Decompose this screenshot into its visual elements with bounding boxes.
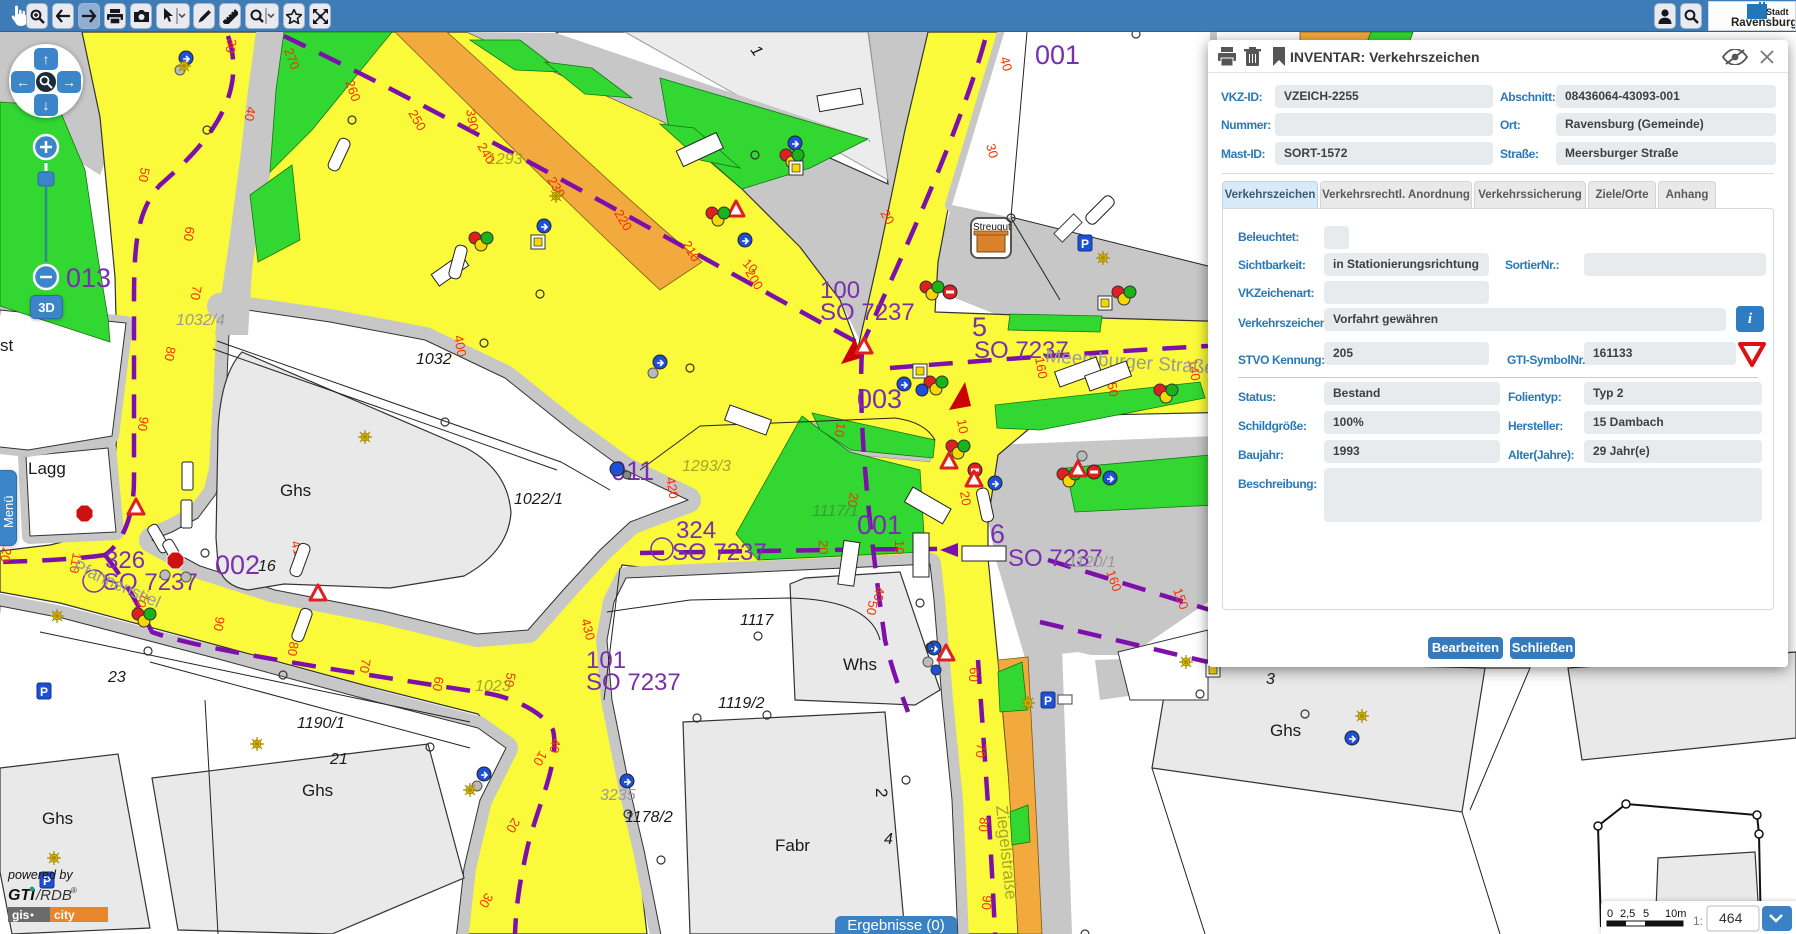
svg-text:10: 10 [832,421,849,438]
svg-text:30: 30 [223,37,240,54]
svg-text:60: 60 [181,225,198,242]
svg-text:2: 2 [872,788,891,797]
svg-text:50: 50 [136,166,153,183]
svg-text:80: 80 [285,640,302,657]
svg-text:5: 5 [1643,908,1649,920]
svg-text:Ghs: Ghs [302,781,333,800]
svg-text:003: 003 [857,384,902,414]
svg-text:10m: 10m [1665,908,1686,920]
svg-text:90: 90 [979,895,995,911]
svg-text:1178/2: 1178/2 [625,809,673,826]
svg-text:Ghs: Ghs [280,481,311,500]
svg-text:10: 10 [892,540,907,554]
svg-text:SO 7237: SO 7237 [672,539,767,566]
svg-text:Stadt: Stadt [1766,7,1789,17]
svg-text:1293/3: 1293/3 [682,458,731,475]
svg-text:st: st [0,336,14,355]
svg-text:90: 90 [135,415,152,432]
svg-text:SO 7237: SO 7237 [820,299,915,326]
svg-text:013: 013 [66,263,111,293]
svg-text:23: 23 [107,669,126,686]
svg-text:city: city [54,908,75,922]
svg-text:60: 60 [430,675,447,692]
svg-text:464: 464 [1719,910,1743,926]
svg-text:1032: 1032 [416,351,452,368]
svg-text:Ghs: Ghs [1270,721,1301,740]
svg-text:001: 001 [1035,40,1080,70]
svg-text:60: 60 [966,667,982,683]
svg-text:Whs: Whs [843,655,877,674]
svg-text:001: 001 [857,510,902,540]
svg-text:40: 40 [547,737,564,754]
svg-text:3: 3 [1266,671,1275,688]
svg-text:1023: 1023 [475,678,511,695]
svg-text:70: 70 [973,743,989,759]
svg-text:40: 40 [242,105,259,122]
svg-text:20: 20 [816,540,831,554]
svg-text:70: 70 [357,657,374,674]
svg-text:3235: 3235 [600,787,636,804]
svg-text:1120/1: 1120/1 [1068,554,1116,571]
svg-text:1032/4: 1032/4 [176,312,225,329]
svg-text:1:: 1: [1693,914,1703,928]
svg-text:Fabr: Fabr [775,836,810,855]
svg-text:70: 70 [188,284,205,301]
svg-text:002: 002 [215,550,260,580]
svg-text:0: 0 [1607,908,1613,920]
svg-text:1293: 1293 [487,151,523,168]
svg-text:1117: 1117 [740,612,774,629]
svg-text:50: 50 [864,599,881,616]
svg-text:21: 21 [329,751,348,768]
svg-text:10: 10 [954,418,971,435]
svg-text:®: ® [71,886,77,895]
svg-text:4: 4 [884,831,893,848]
svg-text:Lagg: Lagg [28,459,66,478]
svg-text:Ghs: Ghs [42,809,73,828]
svg-text:2,5: 2,5 [1620,908,1635,920]
svg-text:90: 90 [211,615,228,632]
svg-text:1117/1: 1117/1 [812,503,859,520]
svg-text:1022/1: 1022/1 [514,491,563,508]
svg-text:gis: gis [12,908,30,922]
svg-text:80: 80 [976,817,992,833]
svg-text:1119/2: 1119/2 [718,695,765,712]
svg-text:Ravensburg: Ravensburg [1731,17,1795,29]
svg-text:SO 7237: SO 7237 [586,669,681,696]
svg-text:20: 20 [957,490,974,507]
svg-text:/RDB: /RDB [35,887,72,904]
svg-text:16: 16 [258,558,276,575]
svg-text:1190/1: 1190/1 [297,715,345,732]
svg-text:6: 6 [990,519,1005,549]
svg-text:80: 80 [162,345,179,362]
